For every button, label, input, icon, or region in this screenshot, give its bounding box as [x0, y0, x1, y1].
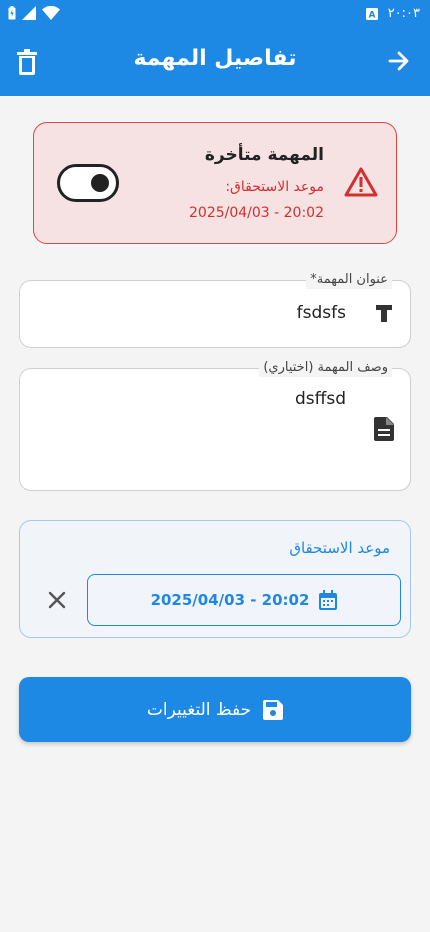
status-icons-right: A ٢٠:٠٣: [365, 6, 420, 21]
page-title: تفاصيل المهمة: [133, 46, 297, 71]
status-time: ٢٠:٠٣: [387, 6, 420, 21]
overdue-due-label: موعد الاستحقاق:: [225, 179, 324, 195]
completion-toggle[interactable]: [57, 164, 119, 202]
battery-charging-icon: [8, 6, 16, 20]
keyboard-a-icon: A: [365, 7, 378, 20]
due-date-section: موعد الاستحقاق 2025/04/03 - 20:02: [19, 520, 411, 638]
text-format-icon: [374, 303, 394, 327]
clear-due-date-button[interactable]: [48, 591, 66, 613]
close-icon: [48, 591, 66, 609]
due-date-picker-button[interactable]: 2025/04/03 - 20:02: [87, 574, 401, 626]
task-title-value: fsdsfs: [296, 303, 346, 323]
calendar-icon: [319, 590, 338, 610]
overdue-alert-card: المهمة متأخرة موعد الاستحقاق: 2025/04/03…: [33, 122, 397, 244]
status-icons-left: [8, 6, 60, 20]
task-title-label: عنوان المهمة*: [306, 271, 392, 289]
due-date-value: 2025/04/03 - 20:02: [150, 591, 310, 609]
overdue-title: المهمة متأخرة: [204, 145, 324, 165]
save-icon: [263, 699, 284, 720]
warning-icon: [344, 167, 378, 201]
back-button[interactable]: [388, 50, 410, 76]
arrow-right-icon: [388, 51, 409, 71]
task-description-label: وصف المهمة (اختياري): [259, 359, 392, 377]
svg-text:A: A: [368, 10, 375, 20]
description-icon: [374, 417, 394, 445]
wifi-icon: [42, 6, 60, 20]
save-changes-button[interactable]: حفظ التغييرات: [19, 677, 411, 742]
task-description-field[interactable]: وصف المهمة (اختياري) dsffsd: [19, 359, 411, 491]
task-description-value: dsffsd: [294, 389, 346, 409]
cellular-signal-icon: [22, 6, 36, 20]
app-bar: تفاصيل المهمة: [0, 30, 430, 96]
save-changes-label: حفظ التغييرات: [146, 699, 252, 720]
task-title-field[interactable]: عنوان المهمة* fsdsfs: [19, 271, 411, 348]
overdue-due-value: 2025/04/03 - 20:02: [189, 205, 324, 221]
status-bar: A ٢٠:٠٣: [0, 0, 430, 30]
due-date-label: موعد الاستحقاق: [289, 539, 390, 557]
toggle-knob: [91, 174, 109, 192]
